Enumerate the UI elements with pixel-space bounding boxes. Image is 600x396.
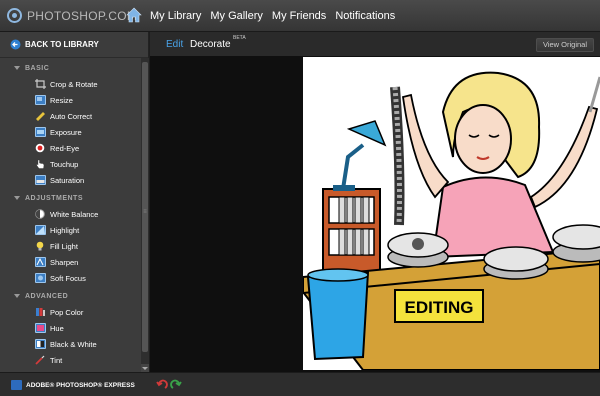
tool-label: Exposure	[50, 127, 82, 137]
tool-label: Soft Focus	[50, 273, 86, 283]
touchup-icon	[36, 159, 45, 169]
beta-badge: BETA	[233, 35, 246, 41]
logo-text: PHOTOSHOP.COM	[27, 8, 138, 23]
tool-auto-correct[interactable]: Auto Correct	[0, 108, 148, 124]
tool-label: Saturation	[50, 175, 85, 185]
tools-sidebar: BACK TO LIBRARY BASIC Crop & Rotate Resi…	[0, 32, 149, 372]
hue-icon	[35, 323, 46, 333]
tool-touchup[interactable]: Touchup	[0, 156, 148, 172]
tool-label: Black & White	[50, 339, 97, 349]
soft-focus-icon	[35, 273, 46, 283]
group-label: BASIC	[25, 64, 50, 72]
tool-hue[interactable]: Hue	[0, 320, 148, 336]
sidebar-scrollbar[interactable]: ≡	[141, 58, 149, 372]
tool-fill-light[interactable]: Fill Light	[0, 238, 148, 254]
tool-exposure[interactable]: Exposure	[0, 124, 148, 140]
resize-icon	[35, 95, 46, 105]
scrollbar-thumb[interactable]	[142, 62, 148, 352]
saturation-icon	[35, 175, 46, 185]
top-bar: PHOTOSHOP.COM My Library My Gallery My F…	[0, 0, 600, 32]
sharpen-icon	[35, 257, 46, 267]
footer-brand-label: ADOBE® PHOTOSHOP® EXPRESS	[26, 381, 135, 389]
photo-canvas[interactable]: EDITING	[303, 57, 600, 370]
photoshop-logo[interactable]: PHOTOSHOP.COM	[7, 8, 137, 23]
tool-label: Tint	[50, 355, 63, 365]
tint-icon	[35, 355, 45, 365]
adobe-brand: ADOBE® PHOTOSHOP® EXPRESS	[11, 380, 135, 390]
home-icon[interactable]	[126, 7, 142, 23]
tool-label: White Balance	[50, 209, 99, 219]
tool-soft-focus[interactable]: Soft Focus	[0, 270, 148, 286]
redo-icon[interactable]	[170, 379, 182, 391]
editor-tab-bar: Edit Decorate BETA View Original	[150, 32, 600, 56]
tool-highlight[interactable]: Highlight	[0, 222, 148, 238]
pop-color-icon	[36, 308, 45, 316]
tool-white-balance[interactable]: White Balance	[0, 206, 148, 222]
undo-icon[interactable]	[156, 379, 168, 391]
editing-sign-text: EDITING	[405, 298, 474, 317]
tool-label: Touchup	[50, 159, 79, 169]
tool-resize[interactable]: Resize	[0, 92, 148, 108]
tool-label: Resize	[50, 95, 73, 105]
collapse-triangle-icon	[14, 196, 20, 200]
scrollbar-grip-icon: ≡	[143, 209, 147, 215]
tool-label: Red-Eye	[50, 143, 80, 153]
group-basic-header[interactable]: BASIC	[0, 60, 148, 76]
tool-sharpen[interactable]: Sharpen	[0, 254, 148, 270]
black-white-icon	[35, 339, 46, 349]
tool-saturation[interactable]: Saturation	[0, 172, 148, 188]
adobe-logo-icon	[11, 380, 22, 390]
tool-label: Hue	[50, 323, 64, 333]
tool-label: Pop Color	[50, 307, 84, 317]
collapse-triangle-icon	[14, 294, 20, 298]
tool-tint[interactable]: Tint	[0, 352, 148, 368]
group-label: ADVANCED	[25, 292, 69, 300]
canvas-area: EDITING	[150, 56, 600, 372]
scroll-down-arrow-icon[interactable]	[141, 364, 149, 372]
back-arrow-icon	[10, 39, 21, 50]
red-eye-icon	[35, 143, 45, 153]
tool-label: Fill Light	[50, 241, 78, 251]
highlight-icon	[35, 225, 46, 235]
exposure-icon	[35, 127, 46, 137]
tab-decorate[interactable]: Decorate	[190, 39, 231, 50]
nav-my-gallery[interactable]: My Gallery	[210, 10, 263, 22]
tool-pop-color[interactable]: Pop Color	[0, 304, 148, 320]
group-label: ADJUSTMENTS	[25, 194, 84, 202]
nav-notifications[interactable]: Notifications	[335, 10, 395, 22]
auto-correct-icon	[36, 112, 45, 121]
tool-label: Auto Correct	[50, 111, 93, 121]
top-nav: My Library My Gallery My Friends Notific…	[150, 0, 404, 32]
group-adjustments-header[interactable]: ADJUSTMENTS	[0, 190, 148, 206]
cartoon-editing-image: EDITING	[303, 71, 600, 370]
nav-my-friends[interactable]: My Friends	[272, 10, 326, 22]
tool-black-white[interactable]: Black & White	[0, 336, 148, 352]
tool-label: Sharpen	[50, 257, 79, 267]
tool-label: Crop & Rotate	[50, 79, 98, 89]
photoshop-logo-icon	[7, 8, 22, 23]
white-balance-icon	[35, 209, 45, 219]
back-to-library-button[interactable]: BACK TO LIBRARY	[0, 32, 148, 58]
tool-red-eye[interactable]: Red-Eye	[0, 140, 148, 156]
group-advanced-header[interactable]: ADVANCED	[0, 288, 148, 304]
nav-my-library[interactable]: My Library	[150, 10, 201, 22]
crop-rotate-icon	[35, 79, 46, 89]
tab-edit[interactable]: Edit	[166, 39, 183, 50]
tool-label: Highlight	[50, 225, 80, 235]
fill-light-icon	[36, 241, 44, 251]
back-to-library-label: BACK TO LIBRARY	[25, 40, 99, 49]
view-original-button[interactable]: View Original	[536, 38, 594, 52]
collapse-triangle-icon	[14, 66, 20, 70]
footer-bar: ADOBE® PHOTOSHOP® EXPRESS	[0, 372, 600, 396]
tool-crop-rotate[interactable]: Crop & Rotate	[0, 76, 148, 92]
